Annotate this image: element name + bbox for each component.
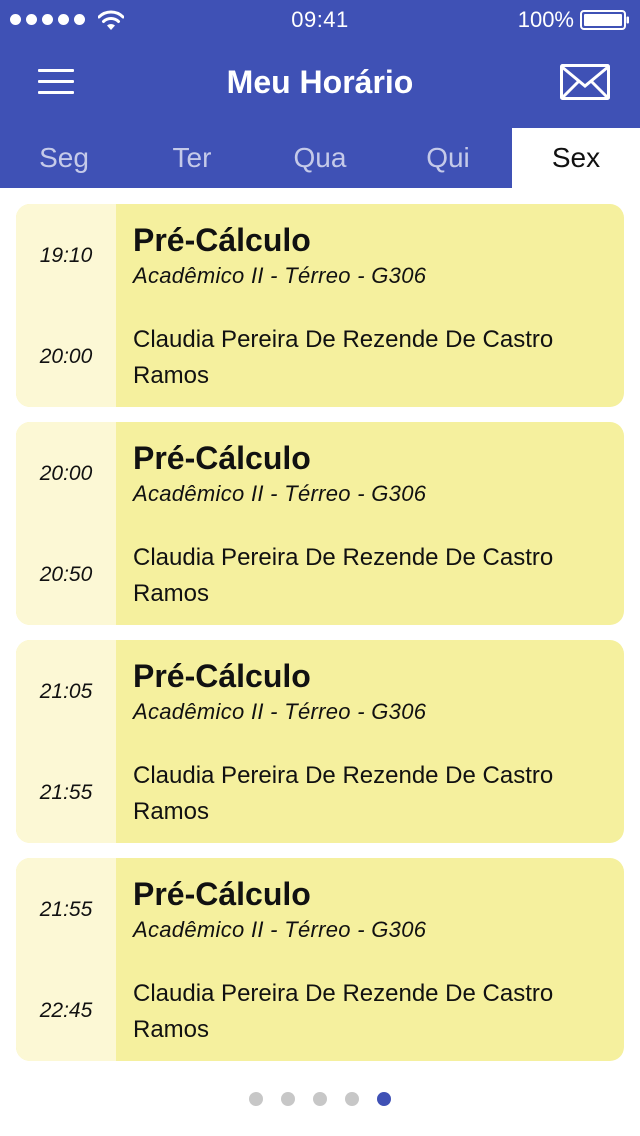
class-info: Pré-Cálculo Acadêmico II - Térreo - G306… <box>116 204 624 407</box>
class-professor: Claudia Pereira De Rezende De Castro Ram… <box>133 762 554 825</box>
battery-percent: 100% <box>517 7 574 32</box>
tab-sex[interactable]: Sex <box>512 128 640 188</box>
class-info: Pré-Cálculo Acadêmico II - Térreo - G306… <box>116 640 624 843</box>
end-time: 21:55 <box>39 781 93 804</box>
weekday-tabs: Seg Ter Qua Qui Sex <box>0 128 640 188</box>
class-name: Pré-Cálculo <box>133 440 311 476</box>
class-professor: Claudia Pereira De Rezende De Castro Ram… <box>133 326 554 389</box>
page-indicator <box>0 1092 640 1106</box>
end-time: 22:45 <box>39 999 93 1022</box>
class-professor: Claudia Pereira De Rezende De Castro Ram… <box>133 980 554 1043</box>
class-times: 21:55 22:45 <box>16 858 116 1061</box>
class-location: Acadêmico II - Térreo - G306 <box>133 699 427 724</box>
start-time: 20:00 <box>39 462 93 485</box>
class-list: 19:10 20:00 Pré-Cálculo Acadêmico II - T… <box>16 204 624 1076</box>
tab-ter[interactable]: Ter <box>128 128 256 188</box>
class-info: Pré-Cálculo Acadêmico II - Térreo - G306… <box>116 422 624 625</box>
navigation-bar: Meu Horário <box>0 40 640 128</box>
start-time: 21:55 <box>39 898 93 921</box>
end-time: 20:50 <box>39 563 93 586</box>
header-area: 09:41 100% Meu Horário Seg Ter Qua Qui S… <box>0 0 640 188</box>
envelope-icon[interactable] <box>560 64 610 100</box>
tab-qua[interactable]: Qua <box>256 128 384 188</box>
class-location: Acadêmico II - Térreo - G306 <box>133 263 427 288</box>
class-name: Pré-Cálculo <box>133 222 311 258</box>
page-title: Meu Horário <box>226 64 414 100</box>
tab-seg[interactable]: Seg <box>0 128 128 188</box>
page-dot[interactable] <box>313 1092 327 1106</box>
class-professor: Claudia Pereira De Rezende De Castro Ram… <box>133 544 554 607</box>
class-times: 21:05 21:55 <box>16 640 116 843</box>
class-times: 20:00 20:50 <box>16 422 116 625</box>
page-dot-active[interactable] <box>377 1092 391 1106</box>
end-time: 20:00 <box>39 345 93 368</box>
battery-icon <box>580 10 629 30</box>
start-time: 21:05 <box>39 680 93 703</box>
class-name: Pré-Cálculo <box>133 876 311 912</box>
class-card[interactable]: 20:00 20:50 Pré-Cálculo Acadêmico II - T… <box>16 422 624 625</box>
class-card[interactable]: 19:10 20:00 Pré-Cálculo Acadêmico II - T… <box>16 204 624 407</box>
class-info: Pré-Cálculo Acadêmico II - Térreo - G306… <box>116 858 624 1061</box>
page-dot[interactable] <box>345 1092 359 1106</box>
class-card[interactable]: 21:05 21:55 Pré-Cálculo Acadêmico II - T… <box>16 640 624 843</box>
class-times: 19:10 20:00 <box>16 204 116 407</box>
class-card[interactable]: 21:55 22:45 Pré-Cálculo Acadêmico II - T… <box>16 858 624 1061</box>
tab-qui[interactable]: Qui <box>384 128 512 188</box>
page-dot[interactable] <box>249 1092 263 1106</box>
class-location: Acadêmico II - Térreo - G306 <box>133 917 427 942</box>
page-dot[interactable] <box>281 1092 295 1106</box>
status-bar: 09:41 100% <box>0 0 640 40</box>
class-location: Acadêmico II - Térreo - G306 <box>133 481 427 506</box>
start-time: 19:10 <box>39 244 93 267</box>
class-name: Pré-Cálculo <box>133 658 311 694</box>
